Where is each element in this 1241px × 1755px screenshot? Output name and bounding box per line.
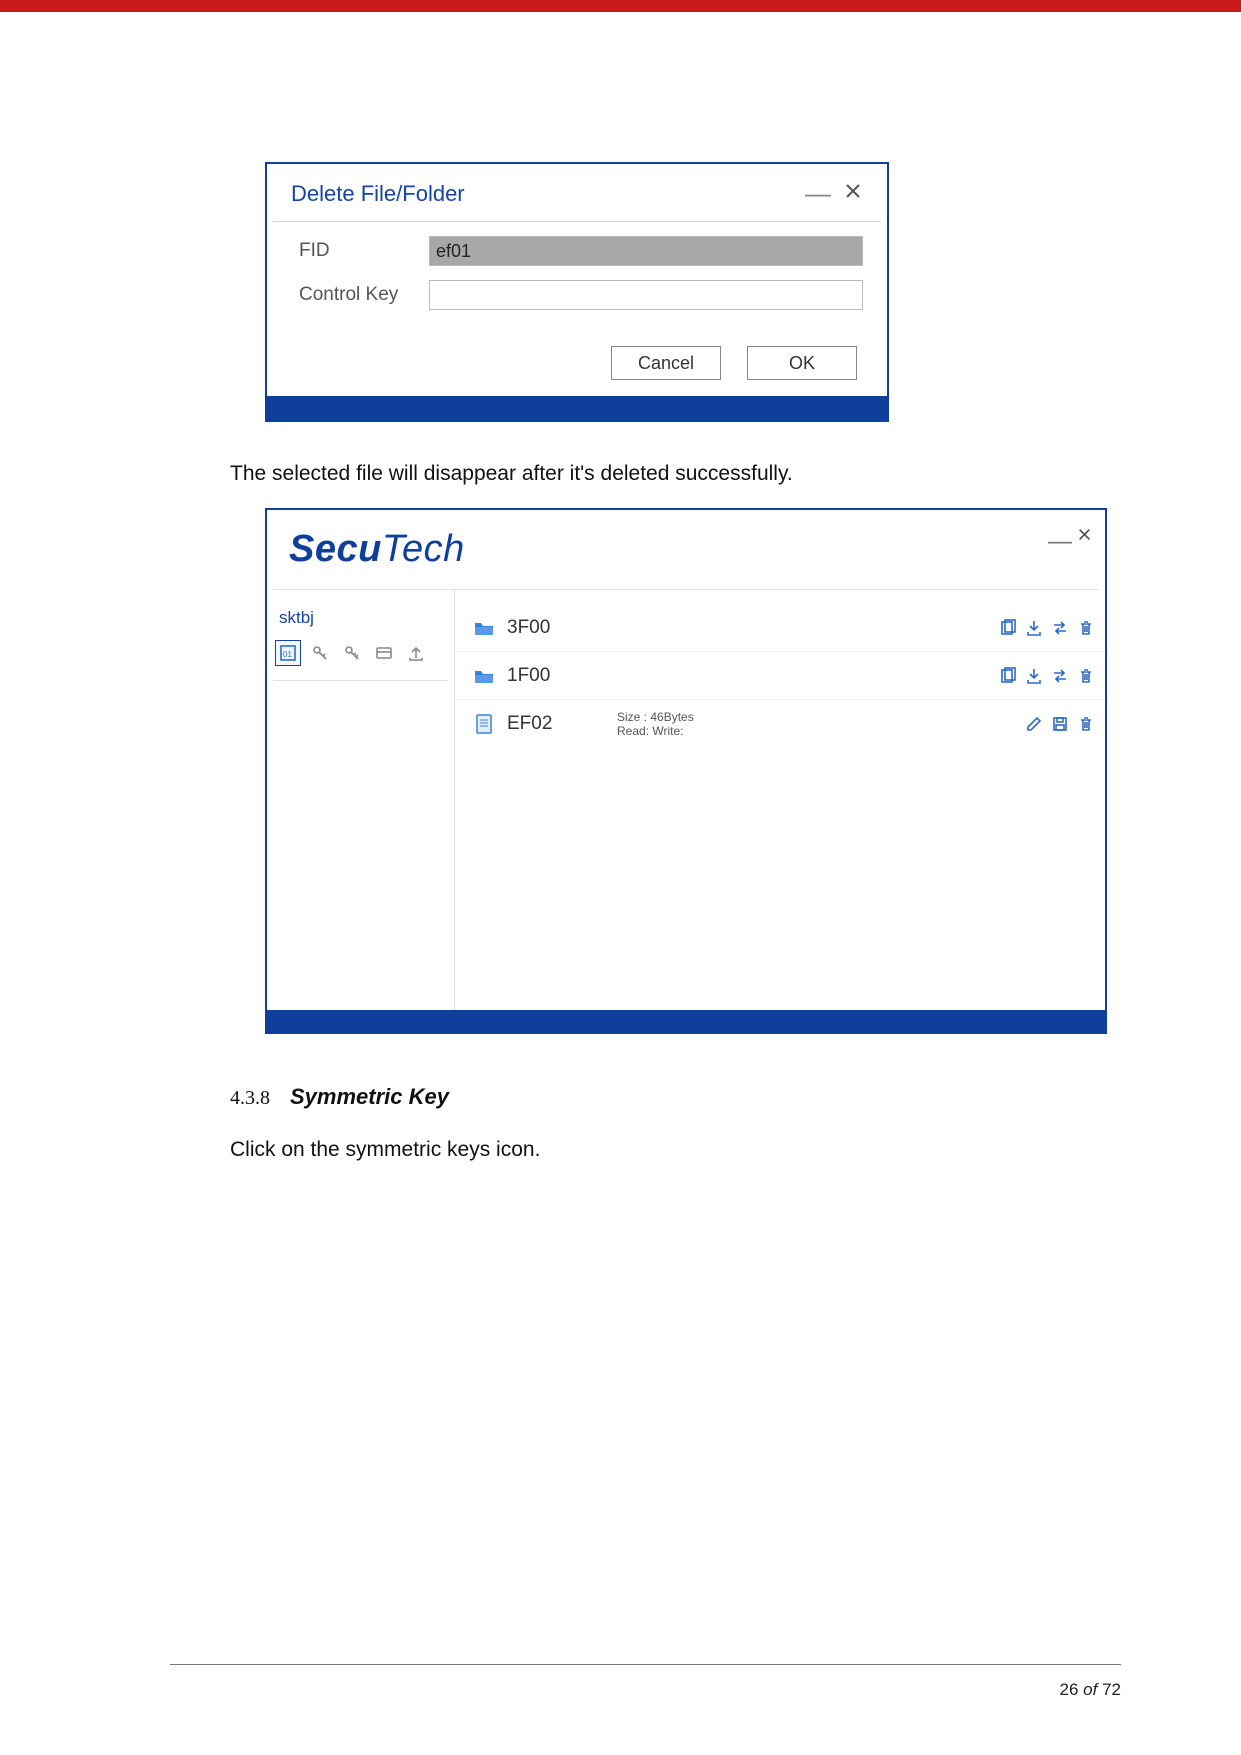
control-key-input[interactable] [429,280,863,310]
fid-input[interactable] [429,236,863,266]
file-rw: Read: Write: [617,724,694,738]
footer-rule [170,1664,1121,1665]
file-row[interactable]: EF02 Size : 46Bytes Read: Write: [455,700,1105,748]
logo-part-2: Tech [382,528,465,570]
import-icon[interactable] [1025,619,1043,637]
page-current: 26 [1060,1680,1079,1699]
page-of: of [1083,1680,1097,1699]
upload-icon[interactable] [403,640,429,666]
item-name: EF02 [507,713,617,735]
close-icon[interactable] [839,183,867,204]
close-icon[interactable] [1078,528,1091,546]
control-key-label: Control Key [299,284,429,306]
asymmetric-key-icon[interactable] [339,640,365,666]
transfer-icon[interactable] [1051,667,1069,685]
secutech-window: SecuTech — sktbj [265,508,1107,1034]
delete-icon[interactable] [1077,667,1095,685]
page-total: 72 [1102,1680,1121,1699]
transfer-icon[interactable] [1051,619,1069,637]
page-number: 26 of 72 [1060,1680,1122,1700]
caption-text: The selected file will disappear after i… [230,462,1011,486]
item-name: 3F00 [507,617,617,639]
save-icon[interactable] [1051,715,1069,733]
section-number: 4.3.8 [230,1087,270,1110]
delete-icon[interactable] [1077,715,1095,733]
folder-row[interactable]: 3F00 [455,604,1105,652]
item-name: 1F00 [507,665,617,687]
fid-label: FID [299,240,429,262]
import-icon[interactable] [1025,667,1043,685]
symmetric-key-icon[interactable] [307,640,333,666]
divider [273,680,448,681]
copy-icon[interactable] [999,667,1017,685]
section-title: Symmetric Key [290,1084,449,1110]
sidebar-device-label[interactable]: sktbj [267,604,454,640]
dialog-title: Delete File/Folder [291,181,797,207]
window-footer-bar [267,1010,1105,1032]
file-list: 3F00 1F00 [455,590,1105,1010]
folder-icon [471,620,497,636]
sidebar: sktbj [267,590,455,1010]
edit-icon[interactable] [1025,715,1043,733]
secutech-logo: SecuTech [289,528,465,571]
delete-icon[interactable] [1077,619,1095,637]
logo-part-1: Secu [289,528,382,570]
file-meta: Size : 46Bytes Read: Write: [617,710,694,739]
delete-file-folder-dialog: Delete File/Folder — FID Control Key Can… [265,162,889,422]
folder-row[interactable]: 1F00 [455,652,1105,700]
folder-icon [471,668,497,684]
document-top-accent [0,0,1241,12]
copy-icon[interactable] [999,619,1017,637]
card-icon[interactable] [371,640,397,666]
minimize-icon[interactable]: — [1048,528,1072,556]
section-body: Click on the symmetric keys icon. [230,1138,1011,1162]
binary-files-icon[interactable] [275,640,301,666]
cancel-button[interactable]: Cancel [611,346,721,380]
file-icon [471,714,497,734]
ok-button[interactable]: OK [747,346,857,380]
dialog-footer-bar [267,396,887,420]
minimize-icon[interactable]: — [797,178,839,209]
file-size: Size : 46Bytes [617,710,694,724]
